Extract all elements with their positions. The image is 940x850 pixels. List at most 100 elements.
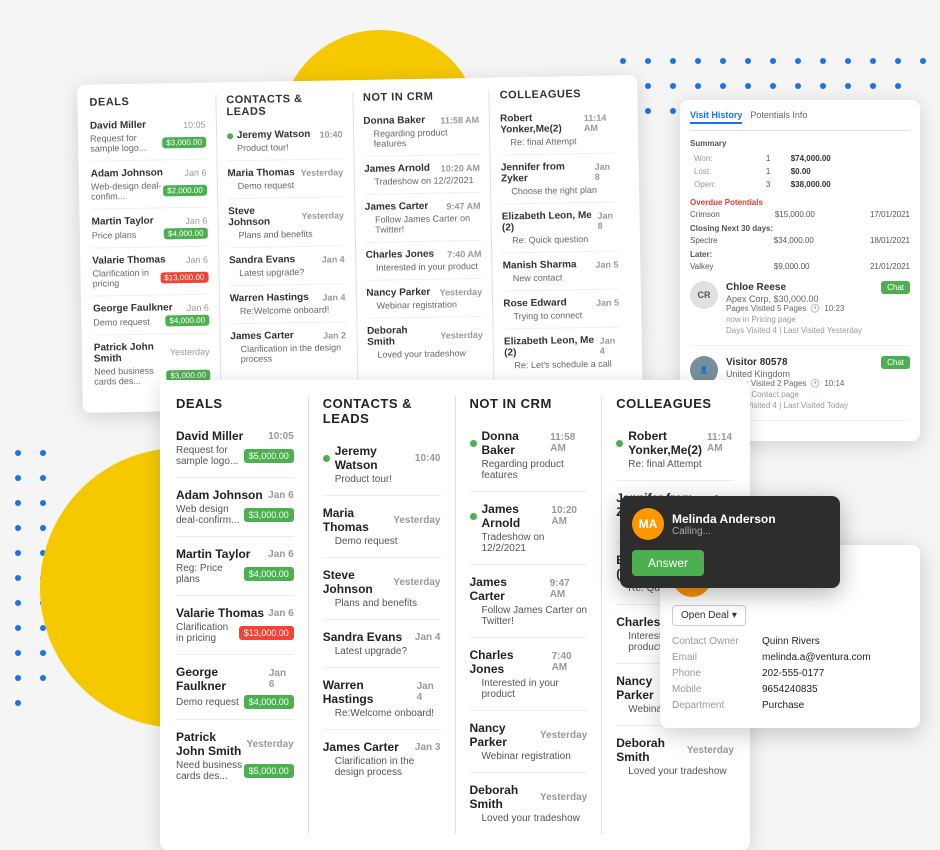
main-notincrm-item[interactable]: James Carter 9:47 AM Follow James Carter… [470,575,588,638]
dot [15,525,21,531]
small-notincrm-item: Deborah Smith Yesterday Loved your trade… [367,324,483,367]
small-notincrm-item: James Carter 9:47 AM Follow James Carter… [365,200,481,243]
dot [620,58,626,64]
small-contact-item: Sandra Evans Jan 4 Latest upgrade? [229,253,345,286]
dot [15,450,21,456]
dot [920,58,926,64]
small-preview-card: DEALS David Miller 10:05 Request for sam… [77,75,643,413]
main-notincrm-item[interactable]: Donna Baker 11:58 AM Regarding product f… [470,429,588,492]
small-contact-item: James Carter Jan 2 Clarification in the … [230,329,346,371]
small-colleague-item: Jennifer from Zyker Jan 8 Choose the rig… [501,161,617,205]
closing-label: Closing Next 30 days: [690,224,910,233]
calling-avatar: MA [632,508,664,540]
dot [670,83,676,89]
main-deal-item[interactable]: Valarie Thomas Jan 6 Clarification in pr… [176,606,294,655]
later-label: Later: [690,250,910,259]
main-notincrm-item[interactable]: Deborah Smith Yesterday Loved your trade… [470,783,588,834]
main-contact-item[interactable]: James Carter Jan 3 Clarification in the … [323,740,441,788]
dot [15,500,21,506]
crm-buttons: Open Deal ▾ [672,605,908,626]
main-colleague-item[interactable]: Robert Yonker,Me(2) 11:14 AM Re: final A… [616,429,734,481]
dot [695,83,701,89]
dot [40,600,46,606]
dot [40,525,46,531]
dot [15,625,21,631]
visitor-avatar: CR [690,281,718,309]
main-contacts-column: CONTACTS & LEADS Jeremy Watson 10:40 Pro… [309,396,456,834]
main-contact-item[interactable]: Warren Hastings Jan 4 Re:Welcome onboard… [323,678,441,730]
main-notincrm-item[interactable]: Nancy Parker Yesterday Webinar registrat… [470,721,588,773]
small-contact-item: Steve Johnson Yesterday Plans and benefi… [228,204,344,248]
tab-visit-history[interactable]: Visit History [690,110,742,124]
small-colleague-item: Robert Yonker,Me(2) 11:14 AM Re: final A… [500,112,616,156]
side-tabs: Visit History Potentials Info [690,110,910,131]
small-contact-item: Jeremy Watson 10:40 Product tour! [227,128,343,161]
main-deals-header: DEALS [176,396,294,417]
visitor-info: Chloe Reese Chat Apex Corp, $30,000.00 P… [726,281,910,335]
dot [645,58,651,64]
main-deal-item[interactable]: Patrick John Smith Yesterday Need busine… [176,730,294,792]
dot [845,83,851,89]
dot [895,83,901,89]
main-notincrm-item[interactable]: James Arnold 10:20 AM Tradeshow on 12/2/… [470,502,588,565]
main-deal-item[interactable]: Adam Johnson Jan 6 Web design deal-confi… [176,488,294,537]
main-contacts-header: CONTACTS & LEADS [323,396,441,432]
dot [15,475,21,481]
dot [870,83,876,89]
answer-button[interactable]: Answer [632,550,704,576]
chat-button[interactable]: Chat [881,356,910,369]
main-notincrm-item[interactable]: Charles Jones 7:40 AM Interested in your… [470,648,588,711]
calling-header: MA Melinda Anderson Calling... [632,508,828,540]
tab-potentials-info[interactable]: Potentials Info [750,110,807,124]
summary-table: Won: 1 $74,000.00 Lost: 1 $0.00 Open: 3 … [690,151,910,192]
dot [745,83,751,89]
dot [40,625,46,631]
dot [795,83,801,89]
small-deal-item: George Faulkner Jan 6 Demo request $4,00… [93,302,209,336]
crm-field-mobile: Mobile 9654240835 [672,684,908,695]
small-colleague-item: Rose Edward Jan 5 Trying to connect [503,296,619,329]
main-contact-item[interactable]: Steve Johnson Yesterday Plans and benefi… [323,568,441,620]
main-deal-item[interactable]: George Faulkner Jan 6 Demo request $4,00… [176,665,294,720]
dot [15,600,21,606]
dot [695,58,701,64]
chat-button[interactable]: Chat [881,281,910,294]
main-contact-item[interactable]: Maria Thomas Yesterday Demo request [323,506,441,558]
main-deal-item[interactable]: Martin Taylor Jan 6 Reg: Price plans $4,… [176,547,294,596]
dot [820,58,826,64]
main-deals-column: DEALS David Miller 10:05 Request for sam… [176,396,309,834]
crm-field-owner: Contact Owner Quinn Rivers [672,636,908,647]
small-deals-column: DEALS David Miller 10:05 Request for sam… [89,94,221,400]
dot [670,58,676,64]
calling-popup: MA Melinda Anderson Calling... Answer [620,496,840,588]
small-notincrm-header: NOT IN CRM [363,90,479,108]
dot [670,108,676,114]
visitor-item: CR Chloe Reese Chat Apex Corp, $30,000.0… [690,281,910,346]
main-colleague-item[interactable]: Deborah Smith Yesterday Loved your trade… [616,736,734,787]
small-deal-item: David Miller 10:05 Request for sample lo… [90,119,206,162]
dot [40,475,46,481]
main-contact-item[interactable]: Sandra Evans Jan 4 Latest upgrade? [323,630,441,668]
closing-item: Spectre $34,000.00 18/01/2021 [690,236,910,245]
summary-label: Summary [690,139,910,148]
main-notincrm-header: NOT IN CRM [470,396,588,417]
main-notincrm-column: NOT IN CRM Donna Baker 11:58 AM Regardin… [456,396,603,834]
crm-field-department: Department Purchase [672,700,908,711]
overdue-label: Overdue Potentials [690,198,910,207]
small-deal-item: Martin Taylor Jan 6 Price plans $4,000.0… [91,215,207,249]
visitor-info: Visitor 80578 Chat United Kingdom Pages … [726,356,910,410]
main-deal-item[interactable]: David Miller 10:05 Request for sample lo… [176,429,294,478]
small-contacts-header: CONTACTS & LEADS [226,92,342,122]
dot [15,550,21,556]
dot [15,675,21,681]
small-deal-item: Valarie Thomas Jan 6 Clarification in pr… [92,254,208,297]
dot [15,575,21,581]
open-deal-button[interactable]: Open Deal ▾ [672,605,746,626]
main-contact-item[interactable]: Jeremy Watson 10:40 Product tour! [323,444,441,496]
small-colleagues-header: COLLEAGUES [500,88,616,106]
calling-name: Melinda Anderson [672,512,776,526]
small-colleague-item: Elizabeth Leon, Me (2) Jan 8 Re: Quick q… [502,210,618,254]
dot [40,650,46,656]
dot [15,650,21,656]
small-contact-item: Maria Thomas Yesterday Demo request [227,166,343,199]
